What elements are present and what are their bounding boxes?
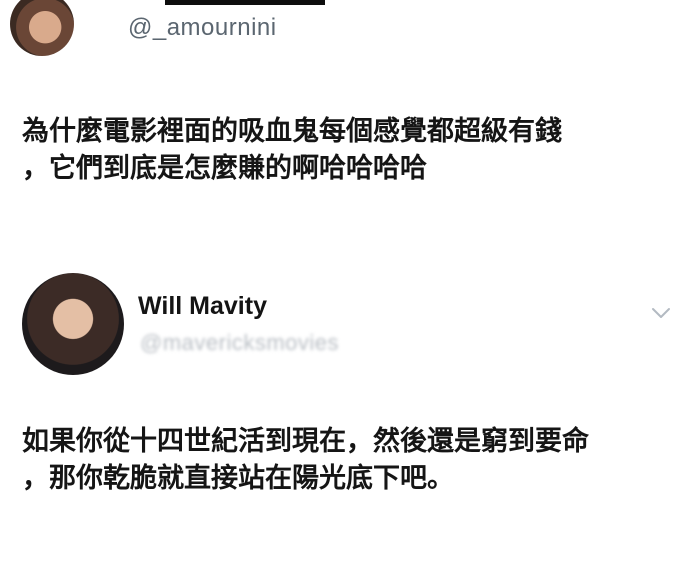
tweet-text-line: 如果你從十四世紀活到現在，然後還是窮到要命 xyxy=(22,426,589,457)
avatar[interactable] xyxy=(10,0,74,56)
tweet-text: 為什麼電影裡面的吸血鬼每個感覺都超級有錢 ，它們到底是怎麼賺的啊哈哈哈哈 xyxy=(22,113,562,187)
tweet-text-line: ，它們到底是怎麼賺的啊哈哈哈哈 xyxy=(22,153,427,184)
tweet-text-line: 為什麼電影裡面的吸血鬼每個感覺都超級有錢 xyxy=(22,116,562,147)
avatar[interactable] xyxy=(22,273,124,375)
user-handle[interactable]: @_amournini xyxy=(128,14,277,42)
user-handle[interactable]: @mavericksmovies xyxy=(140,330,339,356)
redacted-display-name xyxy=(165,0,325,5)
tweet-text: 如果你從十四世紀活到現在，然後還是窮到要命 ，那你乾脆就直接站在陽光底下吧。 xyxy=(22,423,589,497)
tweet-1: @_amournini 為什麼電影裡面的吸血鬼每個感覺都超級有錢 ，它們到底是怎… xyxy=(0,0,697,260)
display-name[interactable]: Will Mavity xyxy=(138,292,267,321)
tweet-text-line: ，那你乾脆就直接站在陽光底下吧。 xyxy=(22,463,454,494)
chevron-down-icon[interactable] xyxy=(650,302,672,324)
tweet-2: Will Mavity @mavericksmovies 如果你從十四世紀活到現… xyxy=(0,270,697,569)
